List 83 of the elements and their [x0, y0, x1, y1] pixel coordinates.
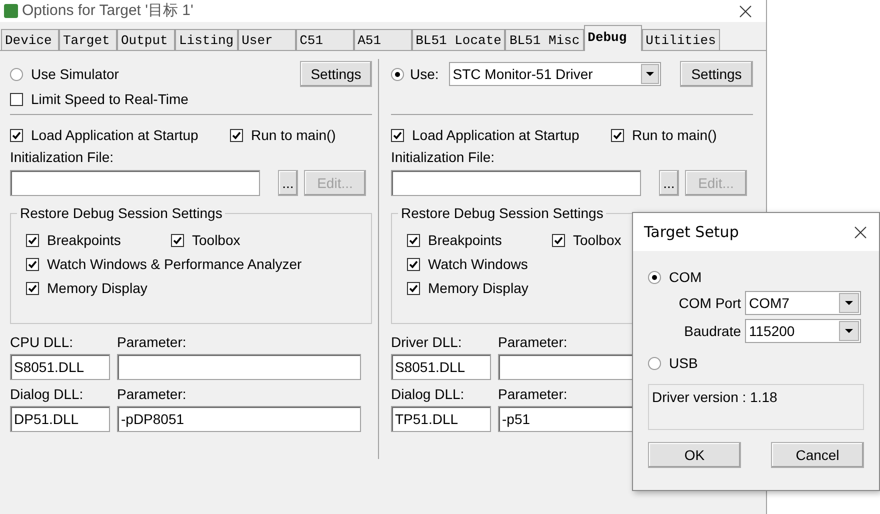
field-label: Initialization File:	[391, 148, 496, 167]
checkbox-label: Breakpoints	[428, 230, 502, 250]
dll-field[interactable]: DP51.DLL	[10, 406, 110, 432]
radio-button[interactable]	[10, 68, 23, 80]
checkbox[interactable]	[26, 258, 39, 270]
parameter-field[interactable]: -pDP8051	[117, 406, 361, 432]
checkbox-label: Run to main()	[251, 126, 336, 145]
tab[interactable]: BL51 Misc	[505, 29, 584, 50]
field-label: Parameter:	[498, 385, 568, 404]
checkbox[interactable]	[407, 234, 420, 246]
field-label: COM Port	[678, 294, 741, 312]
dropdown[interactable]: 115200	[745, 319, 861, 343]
checkbox-label: Toolbox	[192, 230, 240, 250]
field-label: Initialization File:	[10, 148, 114, 167]
radio-label: Use:	[410, 64, 439, 84]
tab[interactable]: Debug	[584, 25, 642, 51]
tab[interactable]: User	[238, 29, 296, 50]
caret-icon	[839, 293, 859, 313]
driver-version-text: Driver version : 1.18	[652, 389, 778, 405]
dll-field[interactable]: S8051.DLL	[10, 354, 110, 380]
field-label: Parameter:	[498, 333, 568, 352]
dialog-button[interactable]: OK	[648, 442, 741, 468]
dll-field[interactable]: S8051.DLL	[391, 354, 491, 380]
checkbox[interactable]	[407, 282, 420, 294]
checkbox-label: Load Application at Startup	[31, 126, 198, 145]
tab[interactable]: Output	[117, 29, 175, 50]
checkbox-label: Watch Windows	[428, 254, 528, 274]
radio-button[interactable]	[648, 270, 661, 284]
settings-button[interactable]: Settings	[300, 61, 372, 87]
checkbox-label: Load Application at Startup	[412, 126, 580, 145]
app-icon	[4, 4, 18, 18]
caret-icon	[839, 321, 859, 341]
radio-label: USB	[669, 354, 698, 372]
dialog-title: Target Setup	[644, 222, 739, 243]
checkbox-label: Watch Windows & Performance Analyzer	[47, 254, 302, 274]
window-title: Options for Target '目标 1'	[22, 0, 194, 21]
dll-field[interactable]: TP51.DLL	[391, 406, 491, 432]
close-icon[interactable]	[854, 226, 867, 238]
checkbox[interactable]	[171, 234, 184, 246]
checkbox[interactable]	[26, 282, 39, 294]
tab[interactable]: BL51 Locate	[412, 29, 506, 50]
tab[interactable]: C51	[296, 29, 354, 50]
checkbox[interactable]	[611, 128, 624, 142]
parameter-field[interactable]	[117, 354, 361, 380]
dropdown[interactable]: COM7	[745, 291, 861, 315]
settings-button[interactable]: Settings	[680, 61, 753, 87]
field-label: Parameter:	[117, 385, 186, 404]
dialog-button[interactable]: Cancel	[771, 442, 864, 468]
checkbox[interactable]	[10, 128, 23, 142]
radio-label: Use Simulator	[31, 64, 119, 84]
checkbox[interactable]	[391, 128, 404, 142]
field-label: Dialog DLL:	[10, 385, 84, 404]
checkbox-label: Limit Speed to Real-Time	[31, 90, 188, 109]
checkbox[interactable]	[407, 258, 420, 270]
checkbox-label: Toolbox	[573, 230, 622, 250]
field-label: Parameter:	[117, 333, 186, 352]
tab[interactable]: A51	[354, 29, 412, 50]
radio-button[interactable]	[391, 68, 404, 80]
field-label: Driver DLL:	[391, 333, 462, 352]
browse-button[interactable]: ...	[659, 170, 679, 196]
input-field[interactable]	[391, 170, 641, 196]
tab[interactable]: Listing	[175, 29, 238, 50]
checkbox-label: Memory Display	[428, 278, 528, 298]
radio-label: COM	[669, 268, 702, 286]
field-label: Dialog DLL:	[391, 385, 464, 404]
caret-icon	[640, 64, 659, 84]
driver-dropdown[interactable]: STC Monitor-51 Driver	[448, 62, 661, 86]
checkbox[interactable]	[10, 92, 23, 106]
checkbox-label: Breakpoints	[47, 230, 121, 250]
field-label: CPU DLL:	[10, 333, 74, 352]
checkbox[interactable]	[552, 234, 565, 246]
checkbox[interactable]	[230, 128, 243, 142]
checkbox[interactable]	[26, 234, 39, 246]
input-field[interactable]	[10, 170, 260, 196]
radio-button[interactable]	[648, 356, 661, 370]
tab[interactable]: Utilities	[642, 29, 720, 50]
field-label: Baudrate	[684, 322, 741, 340]
browse-button[interactable]: ...	[278, 170, 298, 196]
close-icon[interactable]	[739, 4, 752, 18]
checkbox-label: Run to main()	[632, 126, 717, 145]
checkbox-label: Memory Display	[47, 278, 148, 298]
tab[interactable]: Device	[1, 29, 59, 50]
tab[interactable]: Target	[59, 29, 117, 50]
